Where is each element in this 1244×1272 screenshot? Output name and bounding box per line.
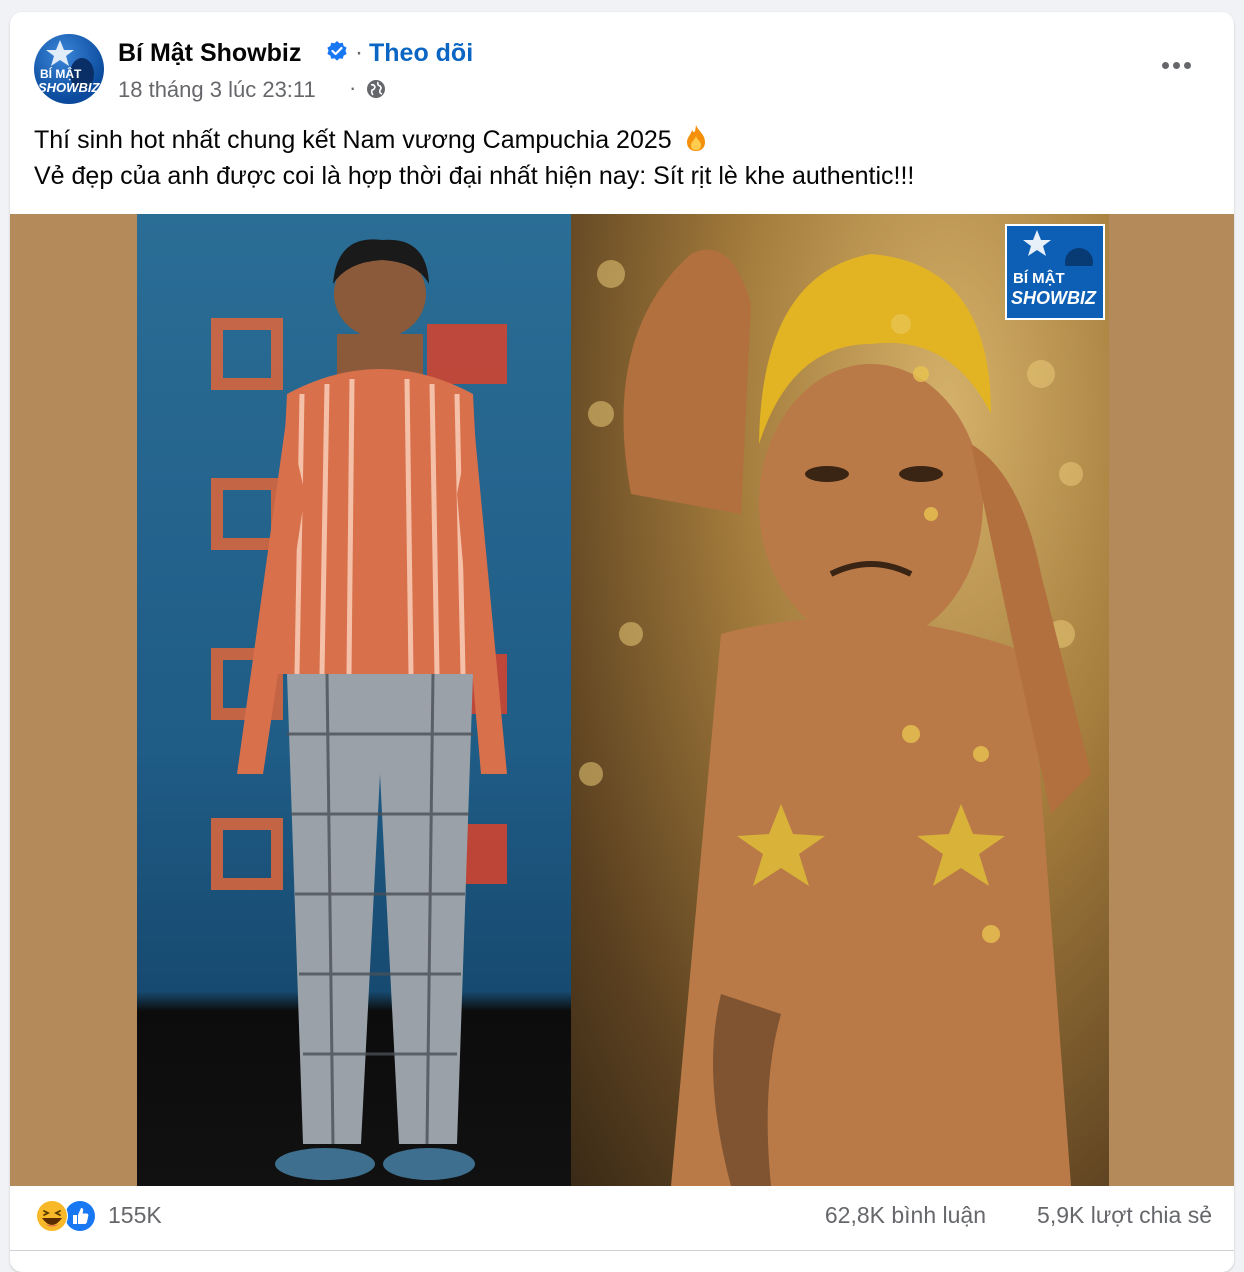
comment-count[interactable]: 62,8K bình luận (825, 1202, 986, 1229)
photo-left-illustration (211, 239, 507, 1180)
separator-dot-2: · (349, 75, 357, 100)
watermark-text-1: BÍ MẬT (1013, 270, 1065, 287)
photo-left[interactable] (137, 214, 571, 1186)
photo-right-illustration (579, 249, 1091, 1186)
watermark-logo: BÍ MẬT SHOWBIZ (1005, 224, 1105, 320)
post-header: BÍ MẬT SHOWBIZ Bí Mật Showbiz · Theo dõi… (10, 12, 1234, 112)
separator-dot: · (355, 39, 363, 66)
post-timestamp[interactable]: 18 tháng 3 lúc 23:11 (118, 77, 316, 103)
verified-badge-icon (327, 41, 347, 61)
avatar-logo: BÍ MẬT SHOWBIZ (38, 40, 100, 95)
post-footer: 155K 62,8K bình luận 5,9K lượt chia sẻ (10, 1186, 1234, 1251)
page-name[interactable]: Bí Mật Showbiz (118, 39, 301, 68)
caption-line-1: Thí sinh hot nhất chung kết Nam vương Ca… (34, 126, 672, 154)
more-dot-icon (1184, 62, 1191, 69)
watermark-star-icon (1023, 230, 1093, 276)
follow-button[interactable]: Theo dõi (369, 39, 473, 68)
more-dot-icon (1173, 62, 1180, 69)
reaction-icons[interactable] (32, 1198, 102, 1234)
avatar-text-2: SHOWBIZ (38, 80, 100, 95)
share-count[interactable]: 5,9K lượt chia sẻ (1037, 1202, 1212, 1229)
reaction-count[interactable]: 155K (108, 1202, 162, 1229)
post-card: BÍ MẬT SHOWBIZ Bí Mật Showbiz · Theo dõi… (10, 12, 1234, 1272)
watermark-text-2: SHOWBIZ (1011, 288, 1096, 308)
post-media[interactable]: BÍ MẬT SHOWBIZ (10, 214, 1234, 1186)
post-caption: Thí sinh hot nhất chung kết Nam vương Ca… (34, 122, 1204, 194)
fire-emoji-icon (686, 125, 705, 151)
more-options-button[interactable] (1154, 50, 1198, 80)
globe-icon (367, 80, 385, 98)
caption-line-2: Vẻ đẹp của anh được coi là hợp thời đại … (34, 162, 915, 190)
photo-right[interactable] (571, 214, 1109, 1186)
page-avatar[interactable]: BÍ MẬT SHOWBIZ (34, 34, 104, 104)
avatar-text-1: BÍ MẬT (40, 66, 82, 81)
more-dot-icon (1162, 62, 1169, 69)
